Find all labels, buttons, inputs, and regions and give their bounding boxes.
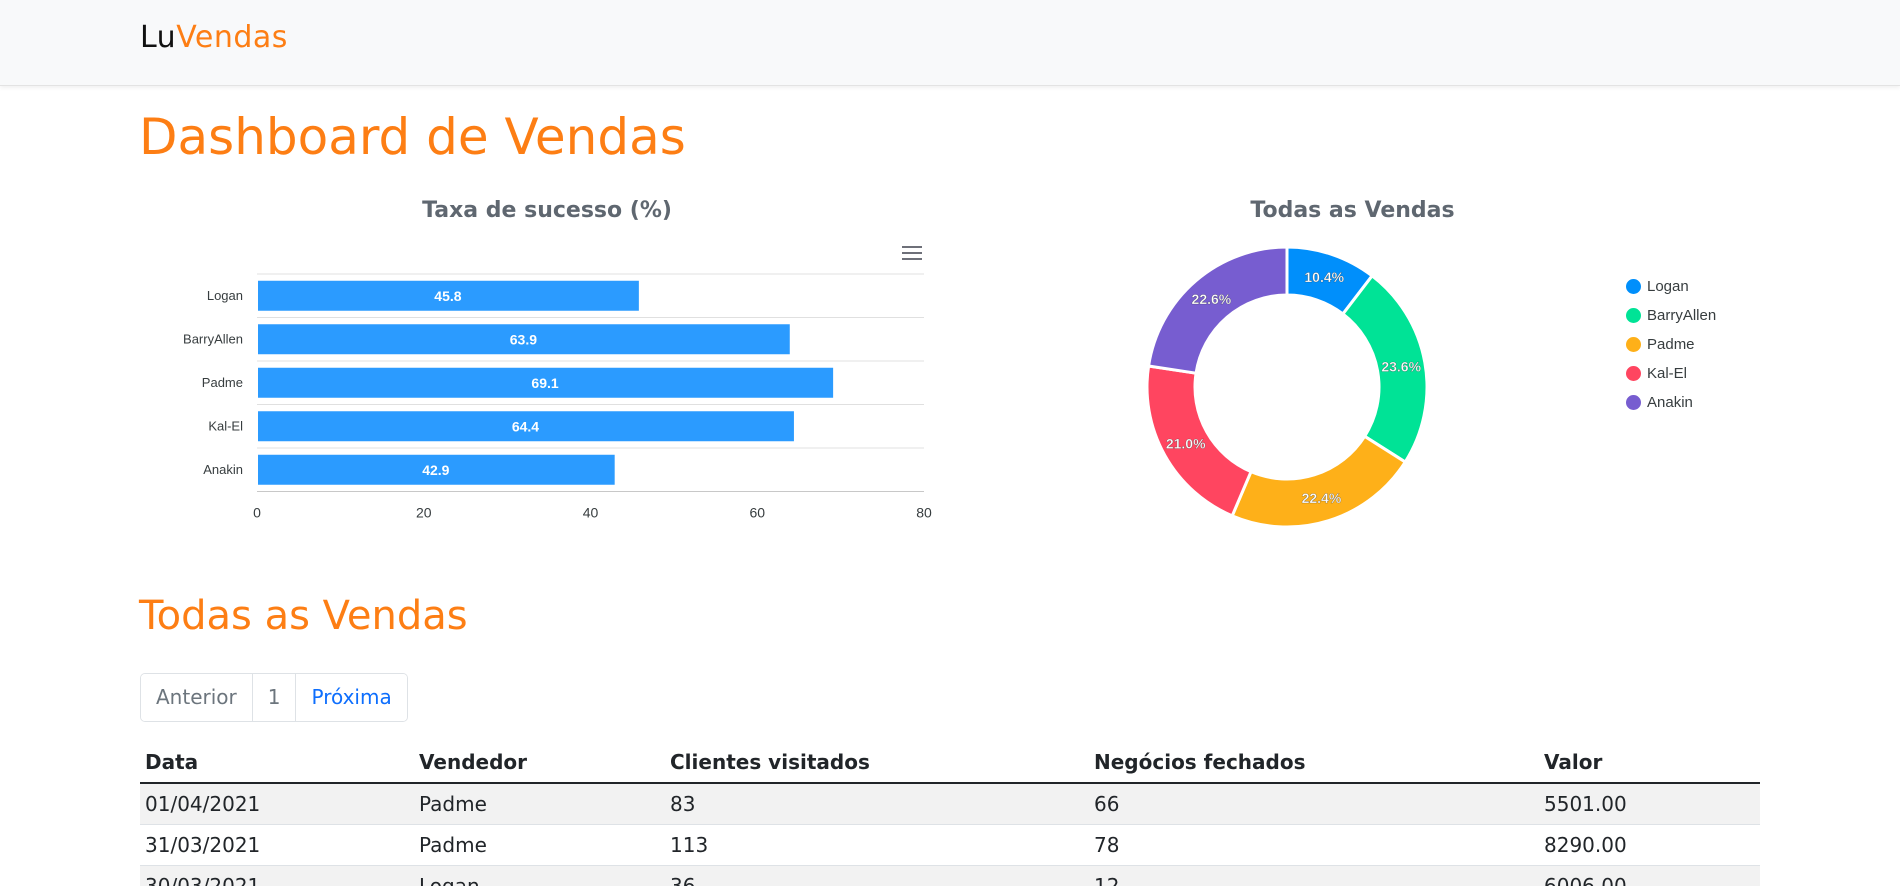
legend-marker xyxy=(1626,337,1641,352)
pagination: Anterior 1 Próxima xyxy=(140,673,408,722)
legend-item[interactable]: Kal-El xyxy=(1626,359,1716,388)
slice-percent-label: 23.6% xyxy=(1381,359,1421,375)
legend-item[interactable]: Logan xyxy=(1626,272,1716,301)
page-title: Dashboard de Vendas xyxy=(139,108,686,166)
x-tick-label: 40 xyxy=(583,505,599,521)
legend-label: Padme xyxy=(1647,336,1695,353)
table-row: 30/03/2021 Logan 36 12 6006.00 xyxy=(140,865,1760,886)
bar-chart-title: Taxa de sucesso (%) xyxy=(422,198,672,223)
cell-valor: 8290.00 xyxy=(1539,824,1760,866)
header-vendedor[interactable]: Vendedor xyxy=(414,742,665,784)
slice-percent-label: 22.4% xyxy=(1302,490,1342,506)
pagination-page-1[interactable]: 1 xyxy=(252,674,297,721)
slice-percent-label: 10.4% xyxy=(1304,269,1344,285)
bar-category-label: Anakin xyxy=(203,462,243,477)
cell-data: 30/03/2021 xyxy=(140,865,414,886)
bar-category-label: BarryAllen xyxy=(183,331,243,346)
bar-category-label: Logan xyxy=(207,288,243,303)
hamburger-menu-icon[interactable] xyxy=(900,243,924,263)
legend-label: Logan xyxy=(1647,278,1689,295)
bar-value-label: 42.9 xyxy=(422,462,449,478)
cell-clientes: 83 xyxy=(665,783,1089,825)
pagination-prev-button[interactable]: Anterior xyxy=(141,674,253,721)
header-negocios[interactable]: Negócios fechados xyxy=(1089,742,1539,784)
x-tick-label: 60 xyxy=(749,505,765,521)
x-tick-label: 20 xyxy=(416,505,432,521)
donut-slice xyxy=(1230,434,1408,529)
cell-data: 31/03/2021 xyxy=(140,824,414,866)
cell-negocios: 66 xyxy=(1089,783,1539,825)
legend-item[interactable]: BarryAllen xyxy=(1626,301,1716,330)
legend-label: Anakin xyxy=(1647,394,1693,411)
bar-category-label: Kal-El xyxy=(208,418,243,433)
legend-marker xyxy=(1626,308,1641,323)
slice-percent-label: 21.0% xyxy=(1166,436,1206,452)
bar-category-label: Padme xyxy=(202,375,243,390)
header-valor[interactable]: Valor xyxy=(1539,742,1760,784)
legend-label: Kal-El xyxy=(1647,365,1688,382)
table-row: 01/04/2021 Padme 83 66 5501.00 xyxy=(140,783,1760,825)
legend-marker xyxy=(1626,279,1641,294)
brand-lu: Lu xyxy=(140,20,177,55)
legend-item[interactable]: Padme xyxy=(1626,330,1716,359)
bar-value-label: 63.9 xyxy=(510,331,537,347)
pie-legend: Logan BarryAllen Padme Kal-El Anakin xyxy=(1626,272,1716,417)
cell-vendedor: Padme xyxy=(414,783,665,825)
cell-negocios: 12 xyxy=(1089,865,1539,886)
cell-valor: 5501.00 xyxy=(1539,783,1760,825)
slice-percent-label: 22.6% xyxy=(1192,291,1232,307)
bar-value-label: 64.4 xyxy=(512,418,539,434)
navbar: LuVendas xyxy=(0,0,1900,86)
header-data[interactable]: Data xyxy=(140,742,414,784)
pagination-next-button[interactable]: Próxima xyxy=(296,674,407,721)
sales-table: Data Vendedor Clientes visitados Negócio… xyxy=(140,742,1760,886)
legend-item[interactable]: Anakin xyxy=(1626,388,1716,417)
brand-logo[interactable]: LuVendas xyxy=(140,20,288,55)
donut-slice xyxy=(1146,245,1289,375)
legend-label: BarryAllen xyxy=(1647,307,1717,324)
header-clientes[interactable]: Clientes visitados xyxy=(665,742,1089,784)
section-title: Todas as Vendas xyxy=(139,593,468,639)
cell-vendedor: Logan xyxy=(414,865,665,886)
cell-negocios: 78 xyxy=(1089,824,1539,866)
cell-vendedor: Padme xyxy=(414,824,665,866)
cell-clientes: 113 xyxy=(665,824,1089,866)
x-tick-label: 80 xyxy=(916,505,932,521)
table-header-row: Data Vendedor Clientes visitados Negócio… xyxy=(140,742,1760,784)
brand-vendas: Vendas xyxy=(176,20,288,55)
x-tick-label: 0 xyxy=(253,505,261,521)
bar-value-label: 69.1 xyxy=(531,375,558,391)
donut-chart: 10.4% 23.6% 22.4% 21.0% 22.6% xyxy=(1145,245,1429,529)
legend-marker xyxy=(1626,395,1641,410)
cell-clientes: 36 xyxy=(665,865,1089,886)
pie-chart-title: Todas as Vendas xyxy=(1250,198,1455,223)
bar-chart: Logan 45.8 BarryAllen 63.9 Padme 69.1 Kal-El 64… xyxy=(183,273,932,521)
cell-data: 01/04/2021 xyxy=(140,783,414,825)
legend-marker xyxy=(1626,366,1641,381)
bar-value-label: 45.8 xyxy=(434,288,461,304)
table-row: 31/03/2021 Padme 113 78 8290.00 xyxy=(140,824,1760,866)
cell-valor: 6006.00 xyxy=(1539,865,1760,886)
